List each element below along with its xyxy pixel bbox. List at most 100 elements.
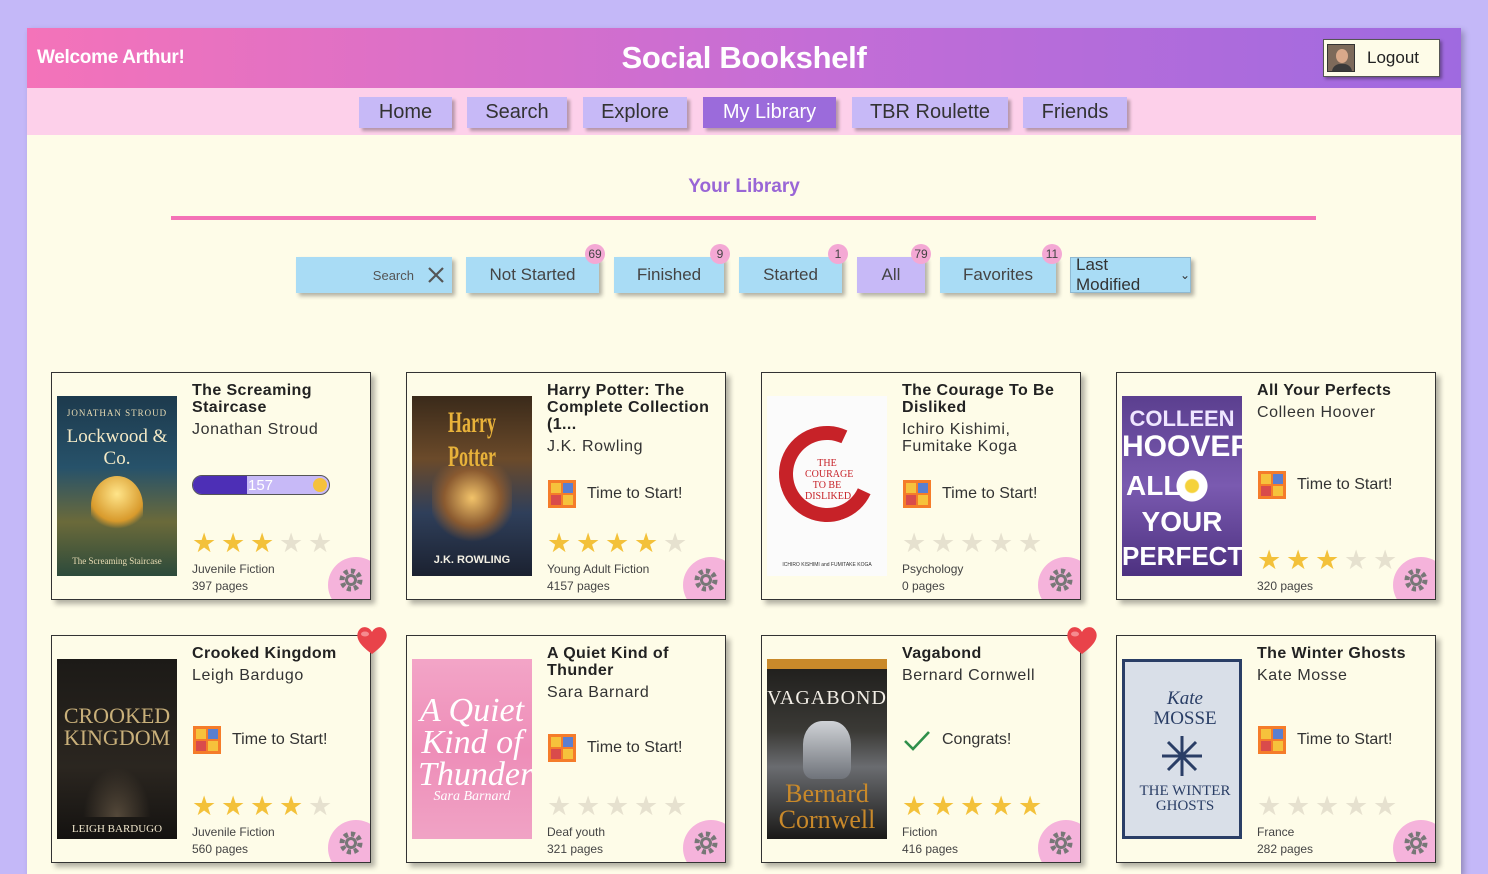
star-icon[interactable]: ★ (250, 793, 279, 820)
star-rating[interactable]: ★ ★ ★ ★ ★ (547, 793, 692, 820)
star-icon[interactable]: ★ (902, 530, 931, 557)
status-text: Time to Start! (587, 739, 683, 756)
star-icon[interactable]: ★ (1315, 547, 1344, 574)
filter-started[interactable]: Started 1 (739, 244, 848, 293)
star-icon[interactable]: ★ (1286, 793, 1315, 820)
book-card[interactable]: THE COURAGE TO BE DISLIKED ICHIRO KISHIM… (761, 372, 1081, 600)
filter-all[interactable]: All 79 (857, 244, 931, 293)
star-icon[interactable]: ★ (1344, 793, 1373, 820)
book-card[interactable]: Harry Potter J.K. ROWLING Harry Potter: … (406, 372, 726, 600)
cover-text: Harry Potter (448, 406, 496, 473)
star-icon[interactable]: ★ (192, 793, 221, 820)
book-genre: Juvenile Fiction (192, 825, 275, 839)
star-icon[interactable]: ★ (279, 530, 308, 557)
settings-button[interactable] (1393, 820, 1435, 862)
book-title: Crooked Kingdom (192, 645, 337, 662)
star-icon[interactable]: ★ (576, 793, 605, 820)
nav-my-library[interactable]: My Library (703, 97, 836, 128)
book-cover: JONATHAN STROUD Lockwood & Co. The Screa… (57, 396, 177, 576)
cover-text: COLLEEN (1129, 406, 1235, 431)
star-icon[interactable]: ★ (634, 530, 663, 557)
star-icon[interactable]: ★ (1315, 793, 1344, 820)
book-genre: Psychology (902, 562, 964, 576)
star-icon[interactable]: ★ (989, 530, 1018, 557)
settings-button[interactable] (1038, 820, 1080, 862)
tbr-icon (192, 725, 222, 755)
star-icon[interactable]: ★ (547, 793, 576, 820)
book-author: Bernard Cornwell (902, 667, 1036, 684)
settings-button[interactable] (328, 820, 370, 862)
star-icon[interactable]: ★ (279, 793, 308, 820)
search-input[interactable] (296, 257, 422, 293)
book-card[interactable]: JONATHAN STROUD Lockwood & Co. The Screa… (51, 372, 371, 600)
tbr-icon (902, 479, 932, 509)
star-icon[interactable]: ★ (1257, 793, 1286, 820)
cover-text: HOOVER (1122, 430, 1242, 463)
star-icon[interactable]: ★ (1018, 793, 1047, 820)
star-rating[interactable]: ★ ★ ★ ★ ★ (192, 793, 337, 820)
star-icon[interactable]: ★ (960, 530, 989, 557)
star-icon[interactable]: ★ (960, 793, 989, 820)
book-pages: 321 pages (547, 842, 604, 856)
star-icon[interactable]: ★ (1257, 547, 1286, 574)
star-icon[interactable]: ★ (663, 793, 692, 820)
status-text: Time to Start! (942, 485, 1038, 502)
book-title: Vagabond (902, 645, 982, 662)
filter-favorites[interactable]: Favorites 11 (940, 244, 1062, 293)
star-icon[interactable]: ★ (605, 793, 634, 820)
book-card[interactable]: A Quiet Kind of Thunder Sara Barnard A Q… (406, 635, 726, 863)
favorite-heart-icon[interactable] (355, 625, 389, 655)
book-card[interactable]: CROOKED KINGDOM LEIGH BARDUGO Crooked Ki… (51, 635, 371, 863)
star-icon[interactable]: ★ (308, 793, 337, 820)
star-icon[interactable]: ★ (634, 793, 663, 820)
cover-text: MOSSE (1153, 708, 1217, 729)
star-icon[interactable]: ★ (250, 530, 279, 557)
sort-select[interactable]: Last Modified ⌄ (1070, 255, 1191, 294)
star-icon[interactable]: ★ (931, 530, 960, 557)
tbr-icon (547, 479, 577, 509)
star-icon[interactable]: ★ (605, 530, 634, 557)
cover-text: ICHIRO KISHIMI and FUMITAKE KOGA (782, 562, 872, 568)
reading-progress[interactable]: 157 (192, 475, 330, 495)
cover-text: THE WINTER GHOSTS (1139, 783, 1231, 814)
star-icon[interactable]: ★ (1344, 547, 1373, 574)
star-icon[interactable]: ★ (663, 530, 692, 557)
star-icon[interactable]: ★ (931, 793, 960, 820)
star-rating[interactable]: ★ ★ ★ ★ ★ (192, 530, 337, 557)
star-icon[interactable]: ★ (221, 530, 250, 557)
book-card[interactable]: VAGABOND Bernard Cornwell Vagabond Berna… (761, 635, 1081, 863)
book-card[interactable]: Kate MOSSE THE WINTER GHOSTS The Winter … (1116, 635, 1436, 863)
star-icon[interactable]: ★ (308, 530, 337, 557)
filter-finished[interactable]: Finished 9 (614, 244, 730, 293)
star-icon[interactable]: ★ (192, 530, 221, 557)
settings-button[interactable] (328, 557, 370, 599)
nav-tbr-roulette[interactable]: TBR Roulette (852, 97, 1008, 128)
star-icon[interactable]: ★ (989, 793, 1018, 820)
star-icon[interactable]: ★ (902, 793, 931, 820)
star-icon[interactable]: ★ (221, 793, 250, 820)
star-rating[interactable]: ★ ★ ★ ★ ★ (547, 530, 692, 557)
settings-button[interactable] (1038, 557, 1080, 599)
star-rating[interactable]: ★ ★ ★ ★ ★ (1257, 793, 1402, 820)
logout-button[interactable]: Logout (1323, 39, 1440, 77)
book-card[interactable]: COLLEEN HOOVER ALL YOUR PERFECTS All You… (1116, 372, 1436, 600)
nav-search[interactable]: Search (467, 97, 567, 128)
star-icon[interactable]: ★ (576, 530, 605, 557)
star-icon[interactable]: ★ (1018, 530, 1047, 557)
clear-search-icon[interactable] (426, 265, 446, 285)
nav-friends[interactable]: Friends (1023, 97, 1127, 128)
star-rating[interactable]: ★ ★ ★ ★ ★ (1257, 547, 1402, 574)
settings-button[interactable] (683, 557, 725, 599)
nav-explore[interactable]: Explore (583, 97, 687, 128)
star-rating[interactable]: ★ ★ ★ ★ ★ (902, 530, 1047, 557)
filter-not-started[interactable]: Not Started 69 (466, 244, 605, 293)
star-icon[interactable]: ★ (1373, 793, 1402, 820)
star-icon[interactable]: ★ (1286, 547, 1315, 574)
star-rating[interactable]: ★ ★ ★ ★ ★ (902, 793, 1047, 820)
star-icon[interactable]: ★ (547, 530, 576, 557)
favorite-heart-icon[interactable] (1065, 625, 1099, 655)
book-author: Ichiro Kishimi, Fumitake Koga (902, 421, 1018, 455)
app-window: Welcome Arthur! Social Bookshelf Logout … (27, 28, 1461, 874)
settings-button[interactable] (683, 820, 725, 862)
nav-home[interactable]: Home (359, 97, 452, 128)
